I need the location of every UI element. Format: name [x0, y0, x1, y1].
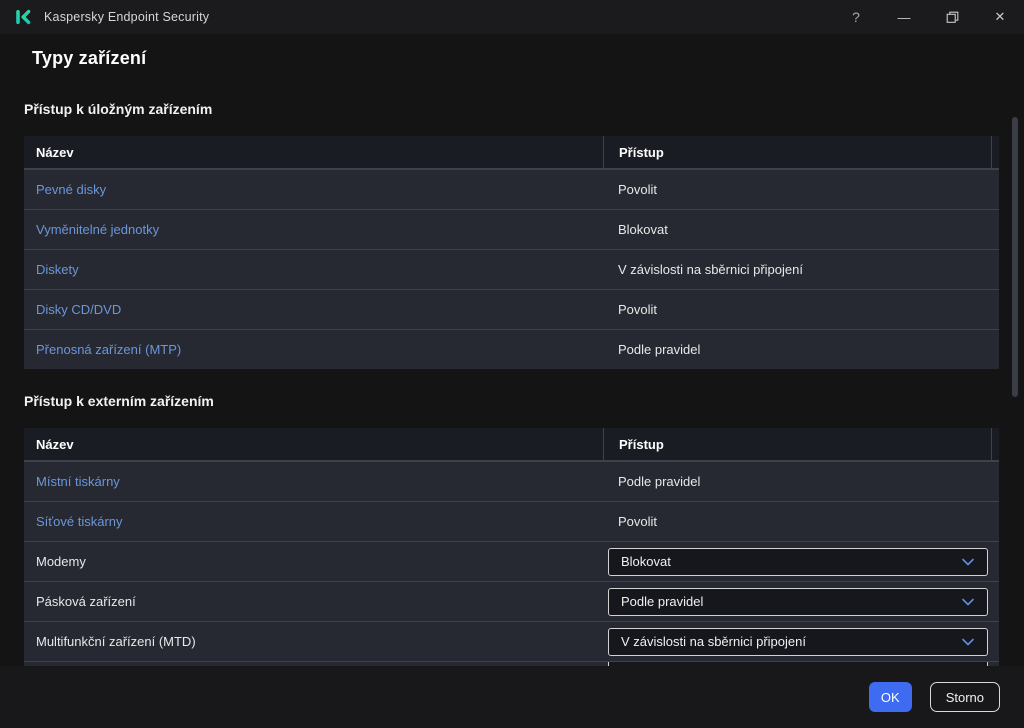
- page-title: Typy zařízení: [32, 47, 999, 69]
- titlebar: Kaspersky Endpoint Security ? — ✕: [0, 0, 1024, 34]
- table-row: Pevné disky Povolit: [24, 169, 999, 209]
- cancel-button[interactable]: Storno: [930, 682, 1000, 712]
- window-title: Kaspersky Endpoint Security: [44, 10, 209, 24]
- device-link-removable-drives[interactable]: Vyměnitelné jednotky: [36, 222, 159, 237]
- storage-devices-table: Název Přístup Pevné disky Povolit Vyměni…: [24, 136, 999, 369]
- column-header-name: Název: [24, 136, 603, 168]
- access-value: Povolit: [618, 182, 657, 197]
- table-row: Přenosná zařízení (MTP) Podle pravidel: [24, 329, 999, 369]
- table-row: Síťové tiskárny Povolit: [24, 501, 999, 541]
- external-devices-table: Název Přístup Místní tiskárny Podle prav…: [24, 428, 999, 668]
- device-link-cd-dvd[interactable]: Disky CD/DVD: [36, 302, 121, 317]
- device-label-multifunction-mtd: Multifunkční zařízení (MTD): [36, 634, 196, 649]
- table-row: Diskety V závislosti na sběrnici připoje…: [24, 249, 999, 289]
- device-link-hard-drives[interactable]: Pevné disky: [36, 182, 106, 197]
- kaspersky-logo: [15, 8, 33, 26]
- table-row: Multifunkční zařízení (MTD) V závislosti…: [24, 621, 999, 661]
- device-label-modems: Modemy: [36, 554, 86, 569]
- close-button[interactable]: ✕: [976, 0, 1024, 34]
- section-heading-storage: Přístup k úložným zařízením: [24, 101, 999, 118]
- access-value: V závislosti na sběrnici připojení: [618, 262, 803, 277]
- device-link-network-printers[interactable]: Síťové tiskárny: [36, 514, 123, 529]
- app-window: Kaspersky Endpoint Security ? — ✕ Typy z…: [0, 0, 1024, 728]
- device-link-local-printers[interactable]: Místní tiskárny: [36, 474, 120, 489]
- access-value: Povolit: [618, 302, 657, 317]
- table-row: Místní tiskárny Podle pravidel: [24, 461, 999, 501]
- column-header-access: Přístup: [603, 136, 991, 168]
- column-header-gap: [991, 428, 999, 460]
- restore-icon: [946, 11, 959, 24]
- access-value: Podle pravidel: [618, 342, 700, 357]
- ok-button[interactable]: OK: [869, 682, 912, 712]
- device-link-portable-mtp[interactable]: Přenosná zařízení (MTP): [36, 342, 181, 357]
- access-value: Blokovat: [618, 222, 668, 237]
- access-value: Povolit: [618, 514, 657, 529]
- help-button[interactable]: ?: [832, 0, 880, 34]
- column-header-gap: [991, 136, 999, 168]
- vertical-scrollbar-thumb[interactable]: [1012, 117, 1018, 397]
- device-label-tape-devices: Pásková zařízení: [36, 594, 136, 609]
- device-link-floppy-disks[interactable]: Diskety: [36, 262, 79, 277]
- access-select-modems[interactable]: Blokovat: [608, 548, 988, 576]
- table-row: Disky CD/DVD Povolit: [24, 289, 999, 329]
- footer-bar: OK Storno: [0, 666, 1024, 728]
- chevron-down-icon: [961, 556, 975, 568]
- access-select-tape-devices[interactable]: Podle pravidel: [608, 588, 988, 616]
- table-header: Název Přístup: [24, 136, 999, 169]
- table-row: Modemy Blokovat: [24, 541, 999, 581]
- table-header: Název Přístup: [24, 428, 999, 461]
- select-value: Blokovat: [621, 554, 671, 569]
- table-row: Pásková zařízení Podle pravidel: [24, 581, 999, 621]
- select-value: V závislosti na sběrnici připojení: [621, 634, 806, 649]
- column-header-access: Přístup: [603, 428, 991, 460]
- chevron-down-icon: [961, 636, 975, 648]
- restore-button[interactable]: [928, 0, 976, 34]
- minimize-button[interactable]: —: [880, 0, 928, 34]
- select-value: Podle pravidel: [621, 594, 703, 609]
- chevron-down-icon: [961, 596, 975, 608]
- access-value: Podle pravidel: [618, 474, 700, 489]
- table-row: Vyměnitelné jednotky Blokovat: [24, 209, 999, 249]
- column-header-name: Název: [24, 428, 603, 460]
- content-area: Typy zařízení Přístup k úložným zařízení…: [0, 47, 1024, 668]
- access-select-multifunction[interactable]: V závislosti na sběrnici připojení: [608, 628, 988, 656]
- section-heading-external: Přístup k externím zařízením: [24, 393, 999, 410]
